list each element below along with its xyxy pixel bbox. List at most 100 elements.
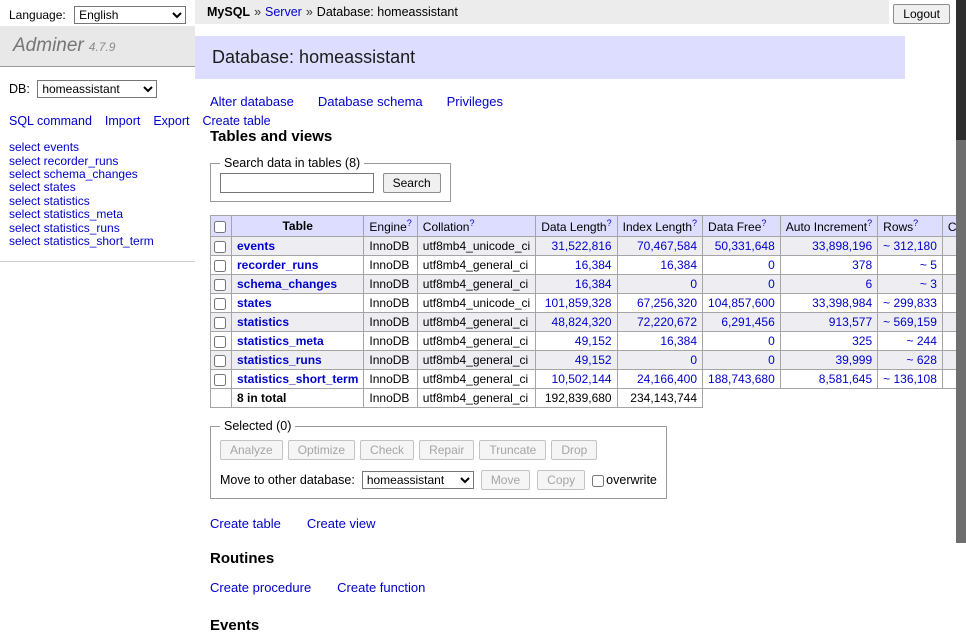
data-length-link[interactable]: 49,152 [575, 334, 612, 348]
data-free-link[interactable]: 0 [768, 334, 775, 348]
auto-increment-link[interactable]: 33,398,984 [812, 296, 872, 310]
index-length-link[interactable]: 0 [690, 277, 697, 291]
table-name-link[interactable]: statistics [237, 315, 289, 329]
table-name-link[interactable]: states [237, 296, 272, 310]
link-select-states[interactable]: select states [9, 181, 187, 193]
link-select-recorder-runs[interactable]: select recorder_runs [9, 155, 187, 167]
help-link[interactable]: ? [867, 218, 872, 228]
link-create-function[interactable]: Create function [337, 580, 425, 595]
index-length-link[interactable]: 70,467,584 [637, 239, 697, 253]
link-select-statistics-meta[interactable]: select statistics_meta [9, 208, 187, 220]
db-select[interactable]: homeassistant [37, 80, 157, 98]
scrollbar-thumb[interactable] [956, 0, 966, 140]
data-length-link[interactable]: 49,152 [575, 353, 612, 367]
data-free-link[interactable]: 104,857,600 [708, 296, 775, 310]
auto-increment-link[interactable]: 325 [852, 334, 872, 348]
data-length-link[interactable]: 16,384 [575, 258, 612, 272]
help-link[interactable]: ? [607, 218, 612, 228]
auto-increment-link[interactable]: 8,581,645 [819, 372, 872, 386]
auto-increment-link[interactable]: 39,999 [835, 353, 872, 367]
breadcrumb-mysql-link[interactable]: MySQL [207, 5, 250, 19]
rows-count-link[interactable]: ~ 3 [920, 277, 937, 291]
link-alter-database[interactable]: Alter database [210, 94, 294, 109]
overwrite-option[interactable]: overwrite [592, 473, 657, 487]
row-checkbox[interactable] [214, 317, 226, 329]
row-checkbox[interactable] [214, 336, 226, 348]
row-checkbox[interactable] [214, 298, 226, 310]
index-length-link[interactable]: 16,384 [660, 258, 697, 272]
index-length-link[interactable]: 72,220,672 [637, 315, 697, 329]
help-link[interactable]: ? [469, 218, 474, 228]
data-free-link[interactable]: 50,331,648 [715, 239, 775, 253]
breadcrumb-server-link[interactable]: Server [265, 5, 302, 19]
index-length-link[interactable]: 67,256,320 [637, 296, 697, 310]
link-create-view[interactable]: Create view [307, 516, 376, 531]
link-import[interactable]: Import [105, 114, 140, 128]
link-create-procedure[interactable]: Create procedure [210, 580, 311, 595]
data-length-link[interactable]: 10,502,144 [552, 372, 612, 386]
rows-count-link[interactable]: ~ 136,108 [883, 372, 937, 386]
auto-increment-link[interactable]: 378 [852, 258, 872, 272]
rows-count-link[interactable]: ~ 299,833 [883, 296, 937, 310]
check-button[interactable]: Check [360, 440, 414, 460]
row-checkbox[interactable] [214, 374, 226, 386]
link-select-statistics-runs[interactable]: select statistics_runs [9, 222, 187, 234]
analyze-button[interactable]: Analyze [220, 440, 283, 460]
vertical-scrollbar[interactable] [956, 0, 966, 543]
language-select[interactable]: English [74, 6, 186, 24]
rows-count-link[interactable]: ~ 312,180 [883, 239, 937, 253]
adminer-logo-link[interactable]: Adminer [13, 35, 84, 56]
search-button[interactable]: Search [383, 173, 441, 193]
overwrite-checkbox[interactable] [592, 475, 604, 487]
table-name-link[interactable]: statistics_runs [237, 353, 322, 367]
table-name-link[interactable]: recorder_runs [237, 258, 318, 272]
data-free-link[interactable]: 0 [768, 353, 775, 367]
link-privileges[interactable]: Privileges [447, 94, 503, 109]
data-length-link[interactable]: 16,384 [575, 277, 612, 291]
data-length-link[interactable]: 48,824,320 [552, 315, 612, 329]
link-select-events[interactable]: select events [9, 141, 187, 153]
link-create-table[interactable]: Create table [202, 114, 270, 128]
rows-count-link[interactable]: ~ 5 [920, 258, 937, 272]
row-checkbox[interactable] [214, 241, 226, 253]
move-button[interactable]: Move [481, 470, 530, 490]
link-select-schema-changes[interactable]: select schema_changes [9, 168, 187, 180]
row-checkbox[interactable] [214, 260, 226, 272]
table-name-link[interactable]: schema_changes [237, 277, 337, 291]
search-input[interactable] [220, 173, 374, 193]
row-checkbox[interactable] [214, 355, 226, 367]
auto-increment-link[interactable]: 913,577 [829, 315, 872, 329]
link-database-schema[interactable]: Database schema [318, 94, 423, 109]
data-free-link[interactable]: 0 [768, 258, 775, 272]
truncate-button[interactable]: Truncate [479, 440, 546, 460]
rows-count-link[interactable]: ~ 628 [907, 353, 937, 367]
table-name-link[interactable]: statistics_short_term [237, 372, 358, 386]
link-create-table[interactable]: Create table [210, 516, 281, 531]
repair-button[interactable]: Repair [419, 440, 474, 460]
index-length-link[interactable]: 24,166,400 [637, 372, 697, 386]
help-link[interactable]: ? [407, 218, 412, 228]
auto-increment-link[interactable]: 6 [865, 277, 872, 291]
link-select-statistics-short-term[interactable]: select statistics_short_term [9, 235, 187, 247]
index-length-link[interactable]: 16,384 [660, 334, 697, 348]
index-length-link[interactable]: 0 [690, 353, 697, 367]
link-sql-command[interactable]: SQL command [9, 114, 92, 128]
help-link[interactable]: ? [761, 218, 766, 228]
data-free-link[interactable]: 0 [768, 277, 775, 291]
copy-button[interactable]: Copy [537, 470, 585, 490]
help-link[interactable]: ? [692, 218, 697, 228]
table-name-link[interactable]: events [237, 239, 275, 253]
rows-count-link[interactable]: ~ 569,159 [883, 315, 937, 329]
row-checkbox[interactable] [214, 279, 226, 291]
data-length-link[interactable]: 101,859,328 [545, 296, 612, 310]
optimize-button[interactable]: Optimize [288, 440, 355, 460]
data-free-link[interactable]: 6,291,456 [721, 315, 774, 329]
select-all-checkbox[interactable] [214, 221, 226, 233]
rows-count-link[interactable]: ~ 244 [907, 334, 937, 348]
move-db-select[interactable]: homeassistant [362, 471, 474, 489]
data-length-link[interactable]: 31,522,816 [552, 239, 612, 253]
auto-increment-link[interactable]: 33,898,196 [812, 239, 872, 253]
link-select-statistics[interactable]: select statistics [9, 195, 187, 207]
table-name-link[interactable]: statistics_meta [237, 334, 324, 348]
link-export[interactable]: Export [153, 114, 189, 128]
